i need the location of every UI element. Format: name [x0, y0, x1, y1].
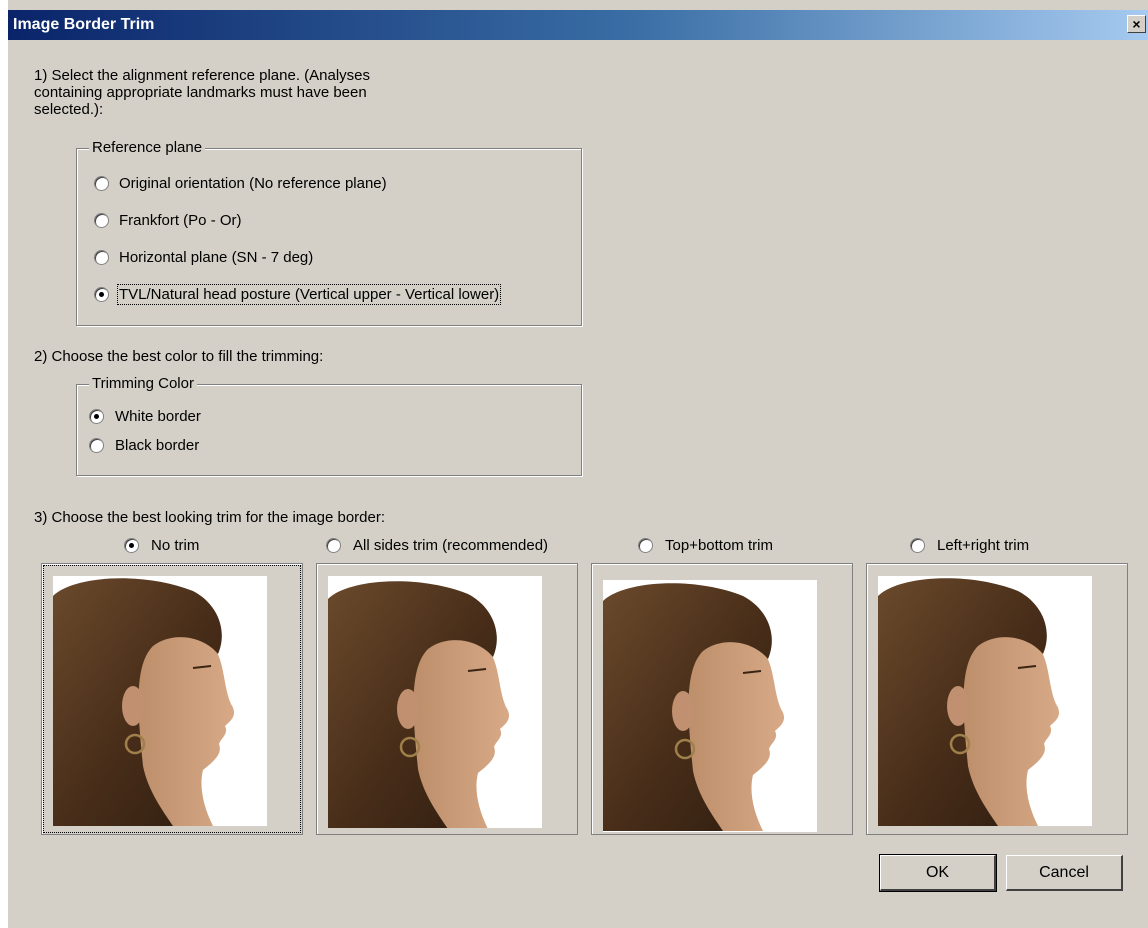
- profile-photo-image: [603, 580, 817, 832]
- radio-no-trim[interactable]: [124, 537, 139, 553]
- thumbnail-no-trim[interactable]: [41, 563, 303, 835]
- ref-option-label: TVL/Natural head posture (Vertical upper…: [116, 283, 502, 305]
- radio-horizontal-plane[interactable]: [94, 249, 109, 265]
- profile-photo-image: [53, 576, 267, 826]
- color-option-label: White border: [115, 407, 201, 425]
- ref-option-horizontal[interactable]: Horizontal plane (SN - 7 deg): [94, 247, 313, 267]
- step2-instruction: 2) Choose the best color to fill the tri…: [34, 348, 324, 365]
- radio-frankfort[interactable]: [94, 212, 109, 228]
- ref-option-label: Frankfort (Po - Or): [119, 211, 242, 229]
- desktop-edge: [0, 0, 8, 928]
- title-bar[interactable]: Image Border Trim ×: [8, 10, 1148, 40]
- step1-instruction: 1) Select the alignment reference plane.…: [34, 67, 370, 118]
- thumbnail-left-right-trim[interactable]: [866, 563, 1128, 835]
- radio-left-right-trim[interactable]: [910, 537, 925, 553]
- radio-original-orientation[interactable]: [94, 175, 109, 191]
- ok-button[interactable]: OK: [879, 854, 997, 892]
- radio-tvl-natural-head-posture[interactable]: [94, 286, 109, 302]
- trim-option-all-sides[interactable]: All sides trim (recommended): [326, 535, 548, 555]
- ref-option-original[interactable]: Original orientation (No reference plane…: [94, 173, 387, 193]
- profile-photo-top-bottom-trim: [603, 580, 817, 832]
- step1-instruction-line3: selected.):: [34, 101, 104, 118]
- window-title: Image Border Trim: [13, 16, 155, 33]
- ref-option-label: Original orientation (No reference plane…: [119, 174, 387, 192]
- ref-option-tvl[interactable]: TVL/Natural head posture (Vertical upper…: [94, 283, 502, 305]
- step1-instruction-line2: containing appropriate landmarks must ha…: [34, 84, 367, 101]
- radio-white-border[interactable]: [89, 408, 104, 424]
- trim-option-label: All sides trim (recommended): [353, 536, 549, 554]
- trim-option-top-bottom[interactable]: Top+bottom trim: [638, 535, 773, 555]
- close-button[interactable]: ×: [1127, 15, 1146, 33]
- profile-photo-no-trim: [53, 576, 267, 826]
- profile-photo-left-right-trim: [878, 576, 1092, 826]
- trimming-color-legend: Trimming Color: [89, 375, 197, 393]
- trim-option-left-right[interactable]: Left+right trim: [910, 535, 1029, 555]
- trimming-color-group: Trimming Color: [76, 375, 582, 476]
- trim-option-label: No trim: [151, 536, 200, 554]
- profile-photo-all-sides-trim: [328, 576, 542, 828]
- thumbnail-all-sides-trim[interactable]: [316, 563, 578, 835]
- cancel-button[interactable]: Cancel: [1006, 855, 1123, 891]
- profile-photo-image: [328, 576, 542, 828]
- radio-all-sides-trim[interactable]: [326, 537, 341, 553]
- reference-plane-legend: Reference plane: [89, 139, 206, 157]
- radio-black-border[interactable]: [89, 437, 104, 453]
- trim-option-none[interactable]: No trim: [124, 535, 199, 555]
- step1-instruction-line1: 1) Select the alignment reference plane.…: [34, 67, 371, 84]
- color-option-label: Black border: [115, 436, 200, 454]
- trim-option-label: Left+right trim: [937, 536, 1030, 554]
- step3-instruction: 3) Choose the best looking trim for the …: [34, 509, 386, 526]
- ref-option-label: Horizontal plane (SN - 7 deg): [119, 248, 314, 266]
- trim-option-label: Top+bottom trim: [665, 536, 773, 554]
- ref-option-frankfort[interactable]: Frankfort (Po - Or): [94, 210, 242, 230]
- color-option-white[interactable]: White border: [89, 406, 201, 426]
- profile-photo-image: [878, 576, 1092, 826]
- thumbnail-top-bottom-trim[interactable]: [591, 563, 853, 835]
- radio-top-bottom-trim[interactable]: [638, 537, 653, 553]
- color-option-black[interactable]: Black border: [89, 435, 199, 455]
